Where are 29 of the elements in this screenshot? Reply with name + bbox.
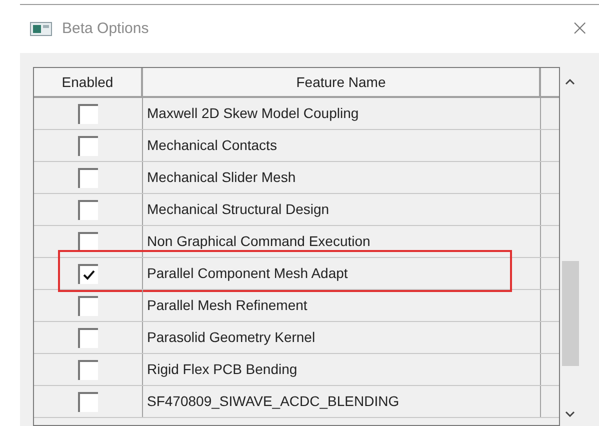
- column-header[interactable]: Enabled: [34, 68, 143, 96]
- checkbox[interactable]: [78, 104, 98, 124]
- close-button[interactable]: ×: [570, 18, 589, 40]
- window-title: Beta Options: [62, 18, 149, 39]
- feature-name: Rigid Flex PCB Bending: [147, 360, 298, 379]
- checkbox[interactable]: [78, 200, 98, 220]
- checkbox[interactable]: [78, 136, 98, 156]
- feature-name: Non Graphical Command Execution: [147, 232, 370, 251]
- feature-name: Parallel Component Mesh Adapt: [147, 264, 348, 283]
- scroll-down-icon: [565, 411, 575, 417]
- column-header[interactable]: Feature Name: [143, 68, 541, 96]
- feature-name: Parasolid Geometry Kernel: [147, 328, 316, 347]
- scroll-thumb[interactable]: [562, 261, 578, 366]
- feature-name: Mechanical Structural Design: [147, 200, 330, 219]
- check-icon: [83, 270, 95, 280]
- checkbox[interactable]: [78, 264, 98, 284]
- window-icon: [30, 22, 52, 36]
- checkbox[interactable]: [78, 360, 98, 380]
- scroll-up-icon: [565, 79, 575, 85]
- feature-name: Mechanical Slider Mesh: [147, 168, 296, 187]
- feature-name: Parallel Mesh Refinement: [147, 296, 308, 315]
- checkbox[interactable]: [78, 168, 98, 188]
- feature-name: Mechanical Contacts: [147, 136, 277, 155]
- checkbox[interactable]: [78, 328, 98, 348]
- checkbox[interactable]: [78, 392, 98, 412]
- feature-name: SF470809_SIWAVE_ACDC_BLENDING: [147, 392, 400, 411]
- checkbox[interactable]: [78, 232, 98, 252]
- checkbox[interactable]: [78, 296, 98, 316]
- feature-name: Maxwell 2D Skew Model Coupling: [147, 104, 359, 123]
